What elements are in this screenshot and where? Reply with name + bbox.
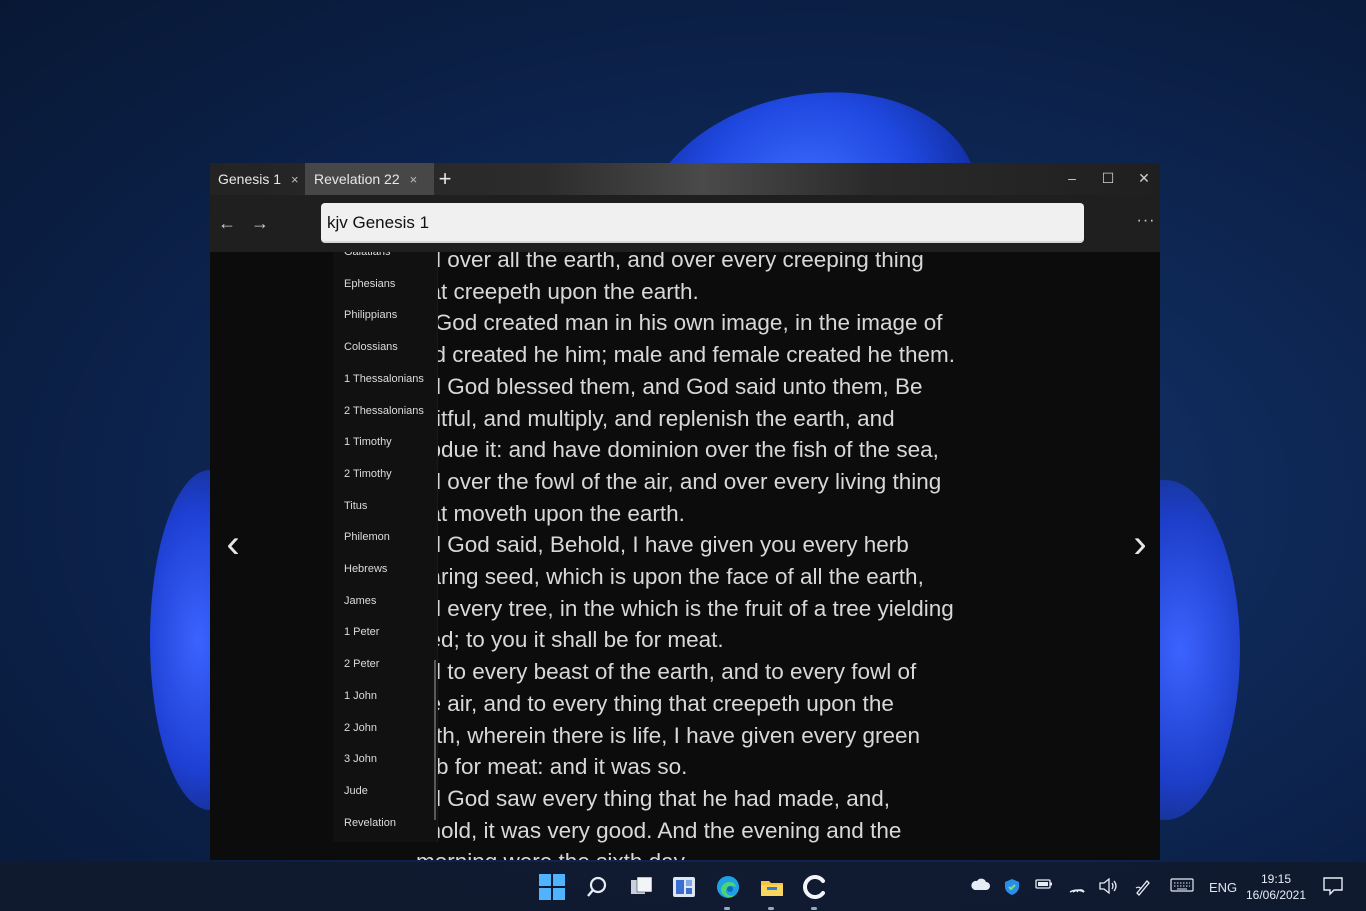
book-list-item[interactable]: 2 Thessalonians — [344, 405, 424, 425]
toolbar: ← → kjv Genesis 1 ··· — [210, 195, 1160, 252]
book-list-item[interactable]: Ephesians — [344, 278, 395, 298]
book-list-item[interactable]: Galatians — [344, 252, 390, 266]
verse-line: nd every tree, in the which is the fruit… — [416, 595, 954, 621]
verse-line: iod created he him; male and female crea… — [416, 342, 956, 368]
security-shield-icon[interactable] — [1003, 878, 1021, 899]
verse-line: erb for meat: and it was so. — [416, 754, 688, 780]
running-indicator — [811, 907, 817, 910]
widgets-icon[interactable] — [671, 874, 697, 900]
bible-app-window: Genesis 1 × Revelation 22 × + – ☐ ✕ ← → … — [210, 163, 1160, 860]
clock-time: 19:15 — [1260, 872, 1292, 886]
running-indicator — [724, 907, 730, 910]
book-list-item[interactable]: 1 Timothy — [344, 436, 392, 456]
reading-pane: nd over all the earth, and over every cr… — [210, 252, 1160, 860]
book-list-item[interactable]: 1 Peter — [344, 626, 379, 646]
close-tab-icon[interactable]: × — [410, 172, 418, 187]
verse-line: nd to every beast of the earth, and to e… — [416, 659, 917, 685]
verse-line: hat creepeth upon the earth. — [416, 278, 699, 304]
c-app-icon[interactable] — [802, 874, 828, 900]
tab-revelation-22[interactable]: Revelation 22 × — [305, 163, 434, 195]
verse-line: o God created man in his own image, in t… — [416, 310, 943, 336]
forward-arrow-icon[interactable]: → — [248, 211, 272, 235]
book-list-item[interactable]: 2 Peter — [344, 658, 379, 678]
clock-date: 16/06/2021 — [1245, 888, 1307, 902]
maximize-button[interactable]: ☐ — [1090, 165, 1126, 191]
book-list-item[interactable]: Hebrews — [344, 563, 387, 583]
next-chapter-chevron-icon[interactable]: › — [1125, 522, 1155, 567]
new-tab-button[interactable]: + — [435, 165, 455, 193]
verse-line: morning were the sixth day. — [416, 846, 980, 860]
verse-line: nd God saw every thing that he had made,… — [416, 785, 891, 811]
edge-browser-icon[interactable] — [715, 874, 741, 900]
tab-label: Revelation 22 — [314, 171, 400, 187]
verse-line: ehold, it was very good. And the evening… — [416, 817, 902, 843]
task-view-icon[interactable] — [628, 874, 654, 900]
verse-line: nd over the fowl of the air, and over ev… — [416, 468, 942, 494]
tab-genesis-1[interactable]: Genesis 1 × — [210, 163, 304, 195]
book-suggestion-list[interactable]: Galatians Ephesians Philippians Colossians 1… — [333, 252, 438, 842]
book-list-item[interactable]: James — [344, 595, 376, 615]
book-list-item[interactable]: Philemon — [344, 531, 390, 551]
more-options-icon[interactable]: ··· — [1134, 209, 1158, 233]
verse-line: eed; to you it shall be for meat. — [416, 627, 724, 653]
verse-line: ruitful, and multiply, and replenish the… — [416, 405, 895, 431]
clock[interactable]: 19:15 16/06/2021 — [1244, 871, 1308, 903]
verse-line: nd God blessed them, and God said unto t… — [416, 373, 923, 399]
verse-line: arth, wherein there is life, I have give… — [416, 722, 921, 748]
book-list-item[interactable]: 2 John — [344, 722, 377, 742]
wifi-icon[interactable] — [1068, 878, 1086, 897]
title-bar: Genesis 1 × Revelation 22 × + – ☐ ✕ — [210, 163, 1160, 195]
verse-line: hat moveth upon the earth. — [416, 500, 685, 526]
book-list-item[interactable]: Jude — [344, 785, 368, 805]
onedrive-cloud-icon[interactable] — [970, 878, 990, 895]
pen-icon[interactable] — [1134, 878, 1152, 899]
notification-icon[interactable] — [1322, 876, 1344, 896]
book-list-item[interactable]: 2 Timothy — [344, 468, 392, 488]
chapter-text: nd over all the earth, and over every cr… — [416, 252, 980, 860]
verse-line: ubdue it: and have dominion over the fis… — [416, 437, 939, 463]
book-list-item[interactable]: Revelation — [344, 817, 396, 837]
back-arrow-icon[interactable]: ← — [215, 211, 239, 235]
list-scrollbar[interactable] — [434, 660, 436, 820]
verse-line: earing seed, which is upon the face of a… — [416, 564, 924, 590]
previous-chapter-chevron-icon[interactable]: ‹ — [218, 522, 248, 567]
start-windows-icon[interactable] — [539, 874, 565, 900]
book-list-item[interactable]: 1 John — [344, 690, 377, 710]
file-explorer-icon[interactable] — [759, 874, 785, 900]
input-language[interactable]: ENG — [1209, 880, 1237, 895]
taskbar: ENG 19:15 16/06/2021 — [0, 862, 1366, 911]
book-list-item[interactable]: Colossians — [344, 341, 398, 361]
book-list-item[interactable]: 3 John — [344, 753, 377, 773]
book-list-item[interactable]: Philippians — [344, 309, 397, 329]
book-list-item[interactable]: 1 Thessalonians — [344, 373, 424, 393]
keyboard-icon[interactable] — [1170, 878, 1194, 895]
volume-icon[interactable] — [1098, 877, 1118, 897]
verse-line: nd over all the earth, and over every cr… — [416, 252, 924, 272]
close-tab-icon[interactable]: × — [291, 172, 299, 187]
search-icon[interactable] — [584, 874, 610, 900]
running-indicator — [768, 907, 774, 910]
verse-line: he air, and to every thing that creepeth… — [416, 690, 894, 716]
battery-icon[interactable] — [1035, 878, 1053, 893]
passage-address-input[interactable]: kjv Genesis 1 — [321, 203, 1084, 243]
close-window-button[interactable]: ✕ — [1126, 165, 1160, 191]
verse-line: nd God said, Behold, I have given you ev… — [416, 532, 909, 558]
book-list-item[interactable]: Titus — [344, 500, 367, 520]
tab-label: Genesis 1 — [218, 171, 282, 187]
minimize-button[interactable]: – — [1054, 165, 1090, 191]
